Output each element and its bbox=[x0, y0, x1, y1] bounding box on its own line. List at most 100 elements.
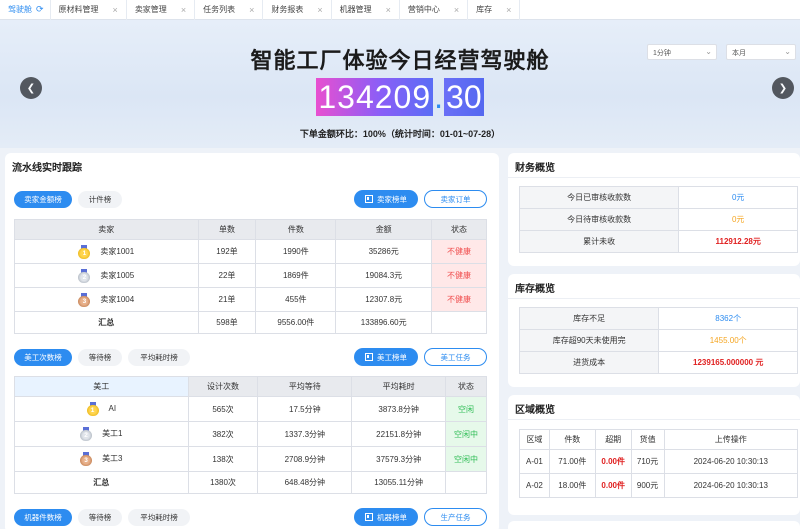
period-select[interactable]: 本月 ⌄ bbox=[726, 44, 796, 60]
total-count: 1380次 bbox=[187, 471, 259, 494]
ratio-info: 下单金额环比：100%（统计时间：01-01~07-28） bbox=[299, 129, 501, 139]
production-task-button[interactable]: 生产任务 bbox=[424, 508, 487, 526]
total-wait: 648.48分钟 bbox=[257, 471, 353, 494]
toggle-designer-wait[interactable]: 等待榜 bbox=[78, 349, 122, 366]
total-label: 汇总 bbox=[14, 311, 199, 334]
inventory-table: 库存不足 8362个 库存超90天未使用完 1455.00个 进货成本 1239165… bbox=[518, 307, 798, 374]
finance-label: 今日已审核收款数 bbox=[518, 186, 680, 209]
tab-raw-materials[interactable]: 原材料管理 × bbox=[51, 0, 127, 20]
designer-name: 美工1 bbox=[102, 429, 123, 439]
toggle-machine-count[interactable]: 机器件数榜 bbox=[14, 509, 72, 526]
close-icon[interactable]: × bbox=[506, 5, 511, 15]
tab-cockpit[interactable]: 驾驶舱 ⟳ bbox=[0, 0, 51, 20]
next-card-edge bbox=[508, 521, 800, 529]
finance-card: 财务概览 今日已审核收款数 0元 今日待审核收款数 0元 累计未收 112912.28… bbox=[508, 153, 800, 266]
tab-label: 营销中心 bbox=[407, 5, 440, 14]
table-row[interactable]: A-01 71.00件 0.00件 710元 2024-06-20 10:30:… bbox=[519, 449, 799, 474]
toggle-designer-avg-time[interactable]: 平均耗时榜 bbox=[128, 349, 190, 366]
status-badge: 空闲 bbox=[445, 396, 487, 422]
column-header: 件数 bbox=[255, 219, 337, 240]
status-badge: 空闲中 bbox=[445, 446, 487, 472]
column-header: 上传操作 bbox=[663, 429, 799, 450]
inventory-label: 库存不足 bbox=[518, 307, 660, 330]
table-row[interactable]: 2 卖家1005 22单 1869件 19084.3元 不健康 bbox=[14, 263, 487, 288]
designer-name: 美工3 bbox=[102, 454, 123, 464]
table-row[interactable]: 3 卖家1004 21单 455件 12307.8元 不健康 bbox=[14, 287, 487, 312]
close-icon[interactable]: × bbox=[181, 5, 186, 15]
close-icon[interactable]: × bbox=[113, 5, 118, 15]
seller-rank-button[interactable]: 卖家榜单 bbox=[354, 190, 418, 208]
region-value: 710元 bbox=[630, 449, 665, 474]
toggle-machine-avg-time[interactable]: 平均耗时榜 bbox=[128, 509, 190, 526]
silver-medal-icon: 2 bbox=[78, 268, 91, 283]
inventory-card: 库存概览 库存不足 8362个 库存超90天未使用完 1455.00个 进货成本 12… bbox=[508, 274, 800, 387]
designer-rank-button-label: 美工榜单 bbox=[377, 352, 407, 362]
silver-medal-icon: 2 bbox=[80, 427, 93, 441]
seller-orders-button[interactable]: 卖家订单 bbox=[424, 190, 487, 208]
tab-inventory[interactable]: 库存 × bbox=[468, 0, 521, 20]
tab-sellers[interactable]: 卖家管理 × bbox=[127, 0, 196, 20]
close-icon[interactable]: × bbox=[386, 5, 391, 15]
region-area: A-01 bbox=[519, 449, 550, 474]
column-header: 区域 bbox=[519, 429, 550, 450]
table-row[interactable]: A-02 18.00件 0.00件 900元 2024-06-20 10:30:… bbox=[519, 473, 799, 498]
inventory-value: 8362个 bbox=[658, 307, 798, 330]
close-icon[interactable]: × bbox=[249, 5, 254, 15]
tab-label: 财务报表 bbox=[271, 5, 304, 14]
piece-count: 455件 bbox=[255, 287, 337, 312]
total-pieces: 9556.00件 bbox=[255, 311, 337, 334]
column-header: 平均等待 bbox=[257, 376, 353, 397]
bronze-medal-icon: 3 bbox=[78, 292, 91, 307]
finance-value: 112912.28元 bbox=[678, 230, 798, 253]
amount-integer: 134209 bbox=[316, 78, 434, 116]
gold-medal-icon: 1 bbox=[78, 244, 91, 259]
piece-count: 1869件 bbox=[255, 263, 337, 288]
column-header: 状态 bbox=[431, 219, 487, 240]
table-row[interactable]: 2 美工1 382次 1337.3分钟 22151.8分钟 空闲中 bbox=[14, 421, 487, 447]
chevron-down-icon: ⌄ bbox=[784, 47, 791, 56]
designer-rank-button[interactable]: 美工榜单 bbox=[354, 348, 418, 366]
close-icon[interactable]: × bbox=[454, 5, 459, 15]
column-header: 超期 bbox=[594, 429, 632, 450]
total-time: 13055.11分钟 bbox=[351, 471, 447, 494]
interval-select[interactable]: 1分钟 ⌄ bbox=[647, 44, 717, 60]
toggle-seller-amount[interactable]: 卖家金额榜 bbox=[14, 191, 72, 208]
gold-medal-icon: 1 bbox=[86, 402, 99, 416]
tab-label: 机器管理 bbox=[339, 5, 372, 14]
interval-select-value: 1分钟 bbox=[653, 50, 671, 57]
region-table: 区域 件数 超期 货值 上传操作 A-01 71.00件 0.00件 710元 … bbox=[519, 429, 799, 498]
region-area: A-02 bbox=[519, 473, 550, 498]
chart-icon bbox=[365, 353, 373, 361]
inventory-label: 进货成本 bbox=[518, 351, 660, 374]
piece-count: 1990件 bbox=[255, 239, 337, 264]
designer-task-button[interactable]: 美工任务 bbox=[424, 348, 487, 366]
table-row[interactable]: 1 卖家1001 192单 1990件 35286元 不健康 bbox=[14, 239, 487, 264]
chart-icon bbox=[365, 513, 373, 521]
seller-name: 卖家1001 bbox=[100, 246, 135, 256]
tab-label: 驾驶舱 bbox=[8, 5, 32, 14]
total-orders: 598单 bbox=[197, 311, 257, 334]
column-header: 卖家 bbox=[14, 219, 199, 240]
tab-tasks[interactable]: 任务列表 × bbox=[195, 0, 264, 20]
column-header: 件数 bbox=[548, 429, 596, 450]
finance-table: 今日已审核收款数 0元 今日待审核收款数 0元 累计未收 112912.28元 bbox=[518, 186, 798, 253]
tab-marketing[interactable]: 营销中心 × bbox=[400, 0, 469, 20]
toggle-piece-count[interactable]: 计件榜 bbox=[78, 191, 122, 208]
region-upload: 2024-06-20 10:30:13 bbox=[663, 449, 799, 474]
pipeline-title: 流水线实时跟踪 bbox=[12, 163, 82, 174]
table-row[interactable]: 3 美工3 138次 2708.9分钟 37579.3分钟 空闲中 bbox=[14, 446, 487, 472]
table-row[interactable]: 1 AI 565次 17.5分钟 3873.8分钟 空闲 bbox=[14, 396, 487, 422]
toggle-designer-count[interactable]: 美工次数榜 bbox=[14, 349, 72, 366]
region-value: 900元 bbox=[630, 473, 665, 498]
tab-finance[interactable]: 财务报表 × bbox=[263, 0, 332, 20]
finance-label: 今日待审核收款数 bbox=[518, 208, 680, 231]
toggle-machine-wait[interactable]: 等待榜 bbox=[78, 509, 122, 526]
machine-rank-button[interactable]: 机器榜单 bbox=[354, 508, 418, 526]
design-count: 382次 bbox=[187, 421, 259, 447]
inventory-label: 库存超90天未使用完 bbox=[518, 329, 660, 352]
design-count: 565次 bbox=[187, 396, 259, 422]
tab-machines[interactable]: 机器管理 × bbox=[332, 0, 400, 20]
refresh-icon[interactable]: ⟳ bbox=[36, 4, 44, 15]
close-icon[interactable]: × bbox=[317, 5, 322, 15]
avg-wait: 17.5分钟 bbox=[257, 396, 353, 422]
